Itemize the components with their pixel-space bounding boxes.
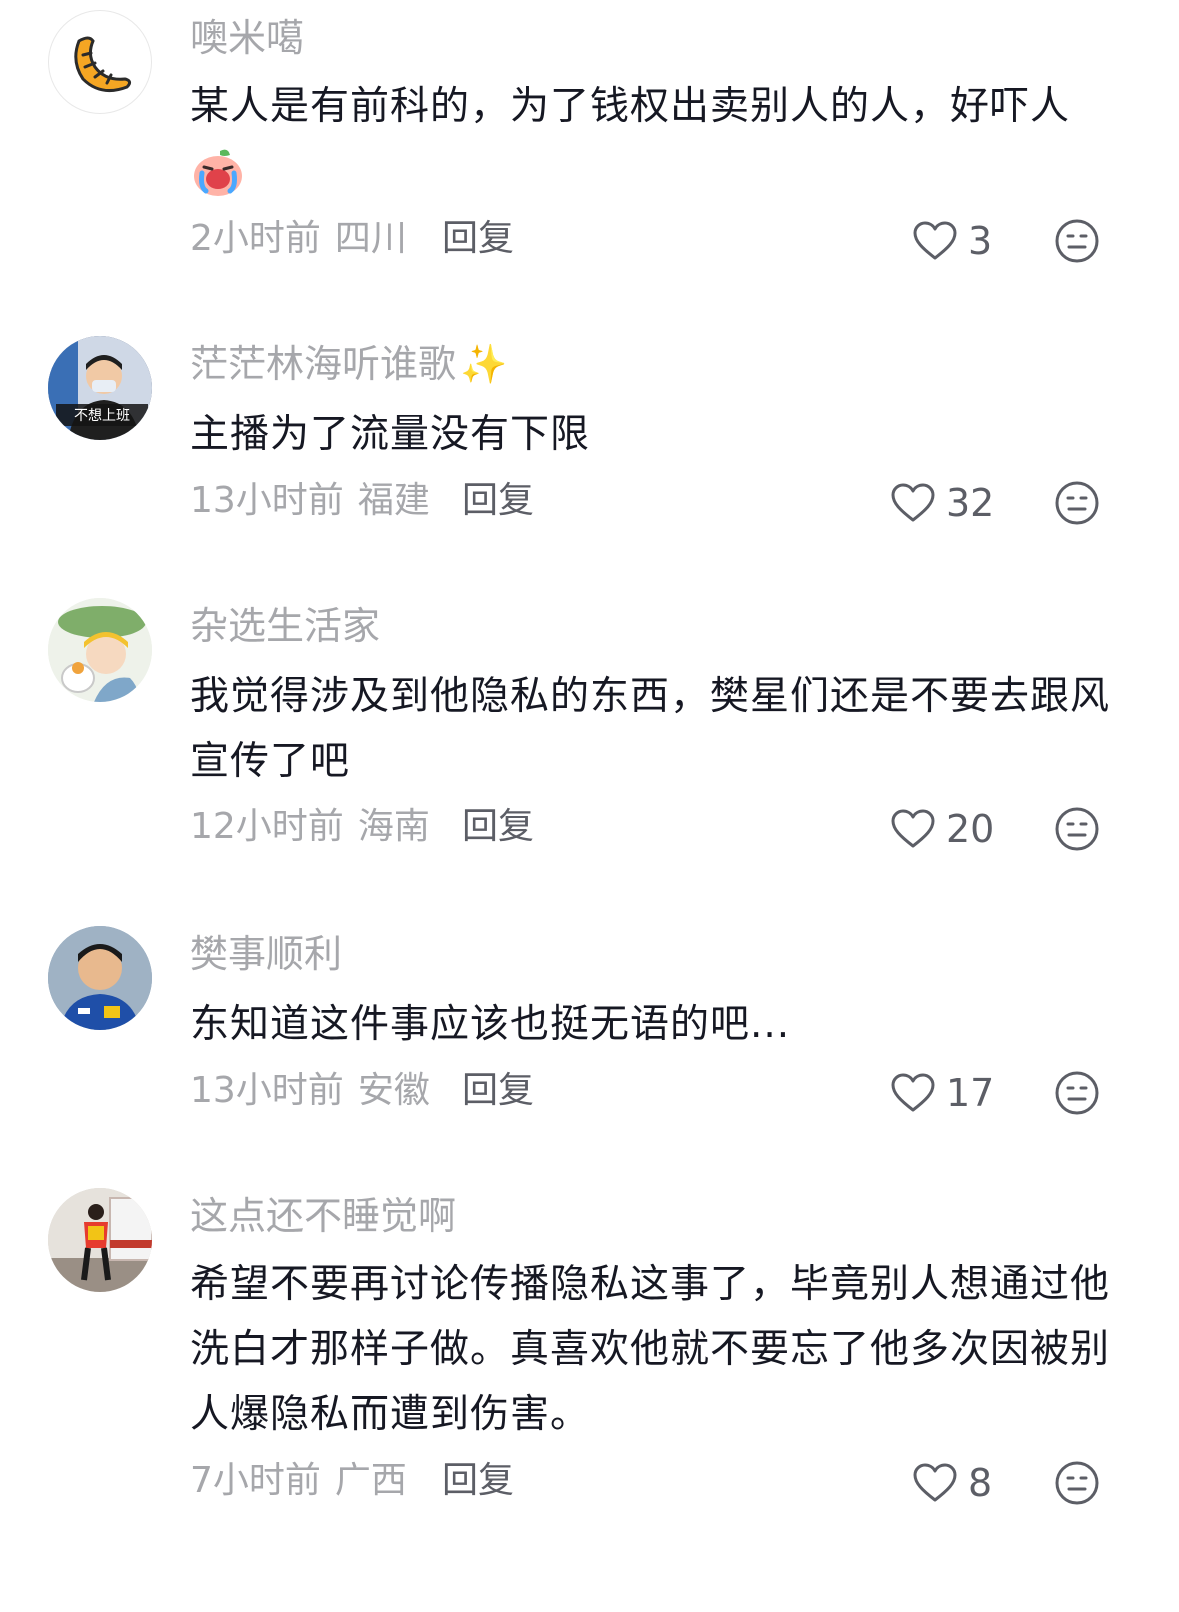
comment-location: 安徽 — [357, 1070, 430, 1111]
comment-location: 广西 — [334, 1460, 407, 1501]
username[interactable]: 噢米噶 — [190, 14, 304, 62]
comment-time: 12小时前 — [190, 806, 344, 847]
avatar[interactable] — [48, 10, 152, 114]
like-count: 8 — [968, 1461, 993, 1505]
dislike-button[interactable] — [1054, 218, 1100, 264]
like-button[interactable]: 20 — [890, 804, 994, 854]
heart-outline-icon — [891, 809, 935, 848]
like-count: 17 — [946, 1071, 995, 1115]
croissant-avatar-image — [74, 36, 132, 93]
comment-time: 13小时前 — [190, 480, 344, 521]
boy-with-mask-avatar-image: 不想上班 — [48, 336, 152, 440]
reply-button[interactable]: 回复 — [462, 1068, 534, 1114]
meh-face-icon — [1055, 1461, 1099, 1505]
username[interactable]: 这点还不睡觉啊 — [190, 1192, 456, 1240]
heart-outline-icon — [891, 483, 935, 522]
like-count: 3 — [968, 219, 993, 263]
avatar[interactable] — [48, 598, 152, 702]
comment-time: 2小时前 — [190, 218, 321, 259]
comment-time: 7小时前 — [190, 1460, 321, 1501]
cartoon-girl-avatar-image — [48, 598, 152, 702]
like-button[interactable]: 3 — [912, 216, 992, 266]
username[interactable]: 樊事顺利 — [190, 930, 342, 978]
comment-time: 13小时前 — [190, 1070, 344, 1111]
crying-peach-sticker — [194, 149, 242, 196]
comment-text: 东知道这件事应该也挺无语的吧... — [190, 1002, 791, 1047]
comment-text: 我觉得涉及到他隐私的东西，樊星们还是不要去跟风宣传了吧 — [190, 674, 1111, 784]
comment-meta: 13小时前 福建 — [190, 478, 430, 524]
comment-text: 某人是有前科的，为了钱权出卖别人的人，好吓人 — [190, 74, 1125, 199]
comment-meta: 2小时前 四川 — [190, 216, 407, 262]
reply-button[interactable]: 回复 — [462, 804, 534, 850]
meh-face-icon — [1055, 807, 1099, 851]
athlete-walking-avatar-image — [48, 1188, 152, 1292]
avatar[interactable] — [48, 926, 152, 1030]
dislike-button[interactable] — [1054, 1070, 1100, 1116]
meh-face-icon — [1055, 481, 1099, 525]
reply-button[interactable]: 回复 — [462, 478, 534, 524]
heart-outline-icon — [913, 1463, 957, 1502]
comment-meta: 13小时前 安徽 — [190, 1068, 430, 1114]
like-button[interactable]: 17 — [890, 1068, 994, 1118]
dislike-button[interactable] — [1054, 1460, 1100, 1506]
comment-meta: 7小时前 广西 — [190, 1458, 407, 1504]
comment-meta: 12小时前 海南 — [190, 804, 430, 850]
meh-face-icon — [1055, 219, 1099, 263]
like-count: 32 — [946, 481, 995, 525]
heart-outline-icon — [913, 221, 957, 260]
comment-location: 四川 — [334, 218, 407, 259]
dislike-button[interactable] — [1054, 806, 1100, 852]
sparkles-icon: ✨ — [460, 342, 508, 386]
comment-location: 海南 — [357, 806, 430, 847]
like-button[interactable]: 8 — [912, 1458, 992, 1508]
like-count: 20 — [946, 807, 995, 851]
athlete-portrait-avatar-image — [48, 926, 152, 1030]
dislike-button[interactable] — [1054, 480, 1100, 526]
avatar[interactable]: 不想上班 — [48, 336, 152, 440]
username[interactable]: 杂选生活家 — [190, 602, 380, 650]
reply-button[interactable]: 回复 — [442, 1458, 514, 1504]
reply-button[interactable]: 回复 — [442, 216, 514, 262]
heart-outline-icon — [891, 1073, 935, 1112]
comment-text-content: 某人是有前科的，为了钱权出卖别人的人，好吓人 — [190, 84, 1071, 129]
avatar[interactable] — [48, 1188, 152, 1292]
comment-text: 希望不要再讨论传播隐私这事了，毕竟别人想通过他洗白才那样子做。真喜欢他就不要忘了… — [190, 1262, 1111, 1437]
like-button[interactable]: 32 — [890, 478, 994, 528]
avatar-caption: 不想上班 — [74, 408, 130, 424]
comment-location: 福建 — [357, 480, 430, 521]
meh-face-icon — [1055, 1071, 1099, 1115]
username[interactable]: 茫茫林海听谁歌 ✨ — [190, 340, 507, 388]
username-text: 茫茫林海听谁歌 — [190, 342, 457, 386]
comment-text: 主播为了流量没有下限 — [190, 412, 591, 457]
